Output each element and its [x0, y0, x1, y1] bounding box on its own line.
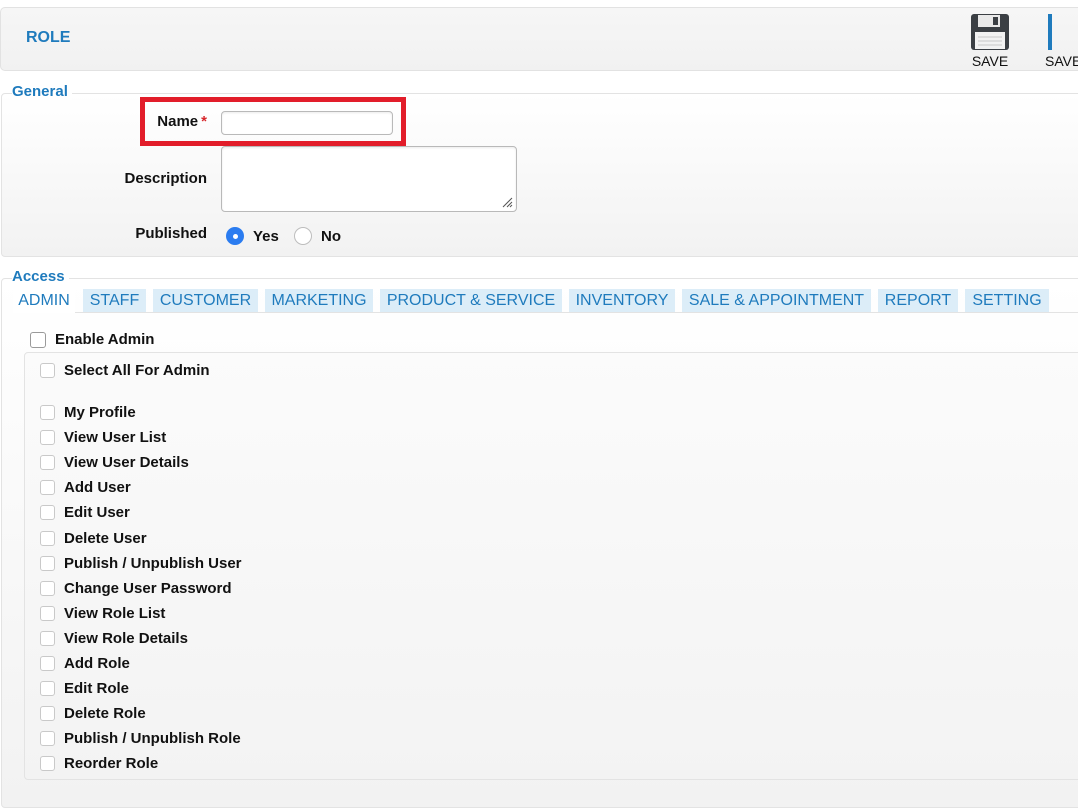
permission-checkbox[interactable]: [40, 681, 55, 696]
save-button-label: SAVE: [971, 53, 1009, 69]
permission-checkbox[interactable]: [40, 480, 55, 495]
published-yes-label: Yes: [253, 228, 279, 245]
published-no-radio[interactable]: [294, 227, 312, 245]
permission-checkbox[interactable]: [40, 531, 55, 546]
tab-inventory[interactable]: INVENTORY: [569, 289, 675, 313]
permission-label: Reorder Role: [64, 755, 159, 772]
permission-checkbox[interactable]: [40, 430, 55, 445]
tab-sale-appointment[interactable]: SALE & APPOINTMENT: [682, 289, 871, 313]
page-title: ROLE: [26, 29, 71, 46]
permission-checkbox[interactable]: [40, 656, 55, 671]
permission-checkbox[interactable]: [40, 455, 55, 470]
published-no-label: No: [321, 228, 341, 245]
floppy-disk-icon: [971, 14, 1009, 50]
permission-label: Publish / Unpublish User: [64, 555, 242, 572]
permission-label: View User List: [64, 429, 167, 446]
save-close-button[interactable]: SAVE: [1036, 13, 1078, 69]
tab-report[interactable]: REPORT: [878, 289, 958, 313]
select-all-label: Select All For Admin: [64, 362, 210, 379]
permission-label: View Role List: [64, 605, 166, 622]
access-legend: Access: [12, 268, 69, 285]
name-input[interactable]: [221, 111, 393, 135]
tab-setting[interactable]: SETTING: [965, 289, 1049, 313]
permission-checkbox[interactable]: [40, 405, 55, 420]
save-close-button-label: SAVE: [1045, 53, 1078, 69]
permission-label: Edit User: [64, 504, 130, 521]
description-label: Description: [124, 170, 207, 187]
tab-staff[interactable]: STAFF: [83, 289, 146, 313]
published-label: Published: [135, 225, 207, 242]
permission-label: Add Role: [64, 655, 130, 672]
permission-checkbox[interactable]: [40, 505, 55, 520]
published-yes-radio[interactable]: [226, 227, 244, 245]
permission-checkbox[interactable]: [40, 756, 55, 771]
required-mark: *: [201, 113, 207, 130]
tab-product-service[interactable]: PRODUCT & SERVICE: [380, 289, 562, 313]
tab-customer[interactable]: CUSTOMER: [153, 289, 258, 313]
permission-label: Edit Role: [64, 680, 130, 697]
floppy-disk-icon: [1048, 14, 1052, 50]
resize-handle-icon[interactable]: [501, 196, 513, 208]
permission-checkbox[interactable]: [40, 556, 55, 571]
name-label: Name *: [100, 113, 207, 130]
enable-admin-checkbox[interactable]: [30, 332, 46, 348]
toolbar: ROLE SAVE SAVE: [0, 7, 1078, 71]
permission-label: Publish / Unpublish Role: [64, 730, 241, 747]
tab-divider: [75, 312, 1078, 313]
permission-checkbox[interactable]: [40, 706, 55, 721]
permission-label: View User Details: [64, 454, 189, 471]
enable-admin-label: Enable Admin: [55, 331, 155, 348]
name-label-text: Name: [157, 113, 199, 130]
permission-label: Delete User: [64, 530, 147, 547]
general-legend: General: [12, 83, 72, 100]
save-button[interactable]: SAVE: [960, 13, 1020, 69]
tab-marketing[interactable]: MARKETING: [265, 289, 373, 313]
permission-label: My Profile: [64, 404, 136, 421]
permission-label: Add User: [64, 479, 131, 496]
permission-checkbox[interactable]: [40, 731, 55, 746]
permission-label: Delete Role: [64, 705, 146, 722]
permission-label: View Role Details: [64, 630, 188, 647]
permission-checkbox[interactable]: [40, 581, 55, 596]
tab-admin[interactable]: ADMIN: [13, 289, 75, 313]
permission-checkbox[interactable]: [40, 606, 55, 621]
description-textarea[interactable]: [221, 146, 517, 212]
permission-label: Change User Password: [64, 580, 232, 597]
permission-checkbox[interactable]: [40, 631, 55, 646]
select-all-checkbox[interactable]: [40, 363, 55, 378]
